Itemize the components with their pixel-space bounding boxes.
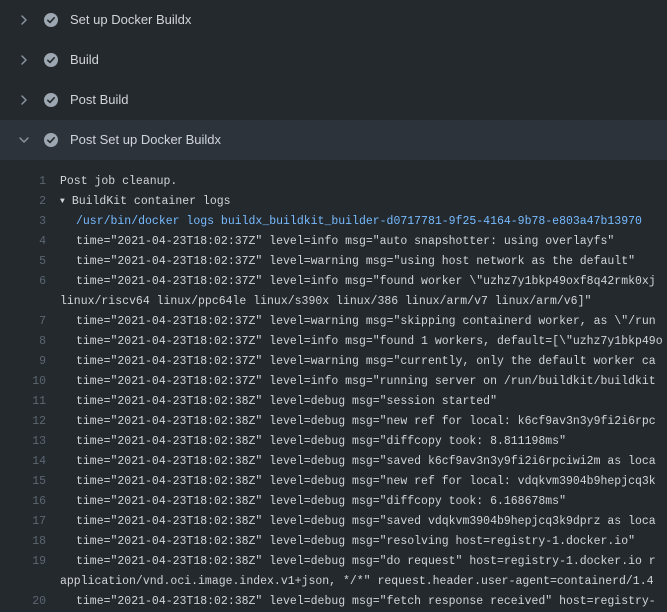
log-line: 5 time="2021-04-23T18:02:37Z" level=warni… (12, 252, 667, 272)
log-text: time="2021-04-23T18:02:38Z" level=debug … (60, 535, 635, 548)
log-text: time="2021-04-23T18:02:37Z" level=warnin… (60, 355, 656, 368)
steps-list: Set up Docker Buildx Build Post Build Po… (0, 0, 667, 160)
step-title: Post Build (70, 92, 129, 108)
line-number[interactable]: 13 (12, 432, 46, 452)
step-title: Set up Docker Buildx (70, 12, 191, 28)
log-line: 17 time="2021-04-23T18:02:38Z" level=debu… (12, 512, 667, 532)
line-number[interactable]: 7 (12, 312, 46, 332)
line-number[interactable]: 1 (12, 172, 46, 192)
log-text: time="2021-04-23T18:02:38Z" level=debug … (60, 595, 656, 608)
step-row-post-build[interactable]: Post Build (0, 80, 667, 120)
log-line: 13 time="2021-04-23T18:02:38Z" level=debu… (12, 432, 667, 452)
step-row-set-up-docker-buildx[interactable]: Set up Docker Buildx (0, 0, 667, 40)
log-line: 3/usr/bin/docker logs buildx_buildkit_bu… (12, 212, 667, 232)
line-number[interactable]: 8 (12, 332, 46, 352)
log-line: 8 time="2021-04-23T18:02:37Z" level=info … (12, 332, 667, 352)
line-number[interactable]: 5 (12, 252, 46, 272)
log-text: time="2021-04-23T18:02:38Z" level=debug … (60, 555, 656, 568)
log-line: 16 time="2021-04-23T18:02:38Z" level=debu… (12, 492, 667, 512)
log-command-text: /usr/bin/docker logs buildx_buildkit_bui… (60, 215, 642, 228)
log-text: time="2021-04-23T18:02:38Z" level=debug … (60, 515, 656, 528)
log-line: 9 time="2021-04-23T18:02:37Z" level=warni… (12, 352, 667, 372)
line-number[interactable]: 20 (12, 592, 46, 612)
log-line: 2▼BuildKit container logs (12, 192, 667, 212)
log-group-toggle-icon[interactable]: ▼ (60, 192, 65, 212)
chevron-right-icon[interactable] (16, 52, 32, 68)
line-number[interactable]: 16 (12, 492, 46, 512)
step-title: Build (70, 52, 99, 68)
chevron-right-icon[interactable] (16, 92, 32, 108)
log-text: time="2021-04-23T18:02:37Z" level=info m… (60, 235, 614, 248)
log-text: time="2021-04-23T18:02:38Z" level=debug … (60, 495, 566, 508)
log-text: time="2021-04-23T18:02:37Z" level=info m… (60, 335, 663, 348)
log-text: time="2021-04-23T18:02:38Z" level=debug … (60, 435, 566, 448)
log-line: 6 time="2021-04-23T18:02:37Z" level=info … (12, 272, 667, 292)
line-number[interactable]: 14 (12, 452, 46, 472)
log-text: time="2021-04-23T18:02:37Z" level=warnin… (60, 255, 635, 268)
check-circle-icon (43, 132, 59, 148)
line-number[interactable]: 2 (12, 192, 46, 212)
line-number[interactable]: 9 (12, 352, 46, 372)
line-number[interactable]: 10 (12, 372, 46, 392)
check-circle-icon (43, 52, 59, 68)
check-circle-icon (43, 12, 59, 28)
line-number[interactable]: 15 (12, 472, 46, 492)
step-row-post-set-up-docker-buildx[interactable]: Post Set up Docker Buildx (0, 120, 667, 160)
line-number[interactable]: 12 (12, 412, 46, 432)
log-line: 19 time="2021-04-23T18:02:38Z" level=debu… (12, 552, 667, 572)
log-text: ▼BuildKit container logs (60, 195, 231, 208)
check-circle-icon (43, 92, 59, 108)
log-line: 11 time="2021-04-23T18:02:38Z" level=debu… (12, 392, 667, 412)
log-line: 18 time="2021-04-23T18:02:38Z" level=debu… (12, 532, 667, 552)
log-line-continuation: application/vnd.oci.image.index.v1+json,… (12, 572, 667, 592)
log-text: time="2021-04-23T18:02:38Z" level=debug … (60, 395, 497, 408)
log-line: 14 time="2021-04-23T18:02:38Z" level=debu… (12, 452, 667, 472)
line-number[interactable]: 4 (12, 232, 46, 252)
log-group-label[interactable]: BuildKit container logs (72, 195, 231, 208)
log-text: time="2021-04-23T18:02:37Z" level=info m… (60, 275, 656, 288)
log-line: 15 time="2021-04-23T18:02:38Z" level=debu… (12, 472, 667, 492)
step-title: Post Set up Docker Buildx (70, 132, 221, 148)
line-number[interactable]: 11 (12, 392, 46, 412)
chevron-down-icon[interactable] (16, 132, 32, 148)
log-line: 12 time="2021-04-23T18:02:38Z" level=debu… (12, 412, 667, 432)
log-line: 4 time="2021-04-23T18:02:37Z" level=info … (12, 232, 667, 252)
log-text: application/vnd.oci.image.index.v1+json,… (60, 575, 654, 588)
line-number[interactable]: 17 (12, 512, 46, 532)
log-line: 7 time="2021-04-23T18:02:37Z" level=warni… (12, 312, 667, 332)
log-text: time="2021-04-23T18:02:37Z" level=info m… (60, 375, 656, 388)
log-line: 1 Post job cleanup. (12, 172, 667, 192)
line-number[interactable]: 6 (12, 272, 46, 292)
log-text: Post job cleanup. (60, 175, 177, 188)
log-text: time="2021-04-23T18:02:37Z" level=warnin… (60, 315, 656, 328)
step-row-build[interactable]: Build (0, 40, 667, 80)
log-output: 1Post job cleanup.2▼BuildKit container l… (0, 160, 667, 612)
chevron-right-icon[interactable] (16, 12, 32, 28)
log-text: linux/riscv64 linux/ppc64le linux/s390x … (60, 295, 591, 308)
log-line: 10 time="2021-04-23T18:02:37Z" level=info… (12, 372, 667, 392)
log-text: time="2021-04-23T18:02:38Z" level=debug … (60, 415, 656, 428)
line-number[interactable]: 19 (12, 552, 46, 572)
line-number[interactable]: 3 (12, 212, 46, 232)
log-line: 20 time="2021-04-23T18:02:38Z" level=debu… (12, 592, 667, 612)
log-text: time="2021-04-23T18:02:38Z" level=debug … (60, 455, 656, 468)
line-number[interactable]: 18 (12, 532, 46, 552)
log-line-continuation: linux/riscv64 linux/ppc64le linux/s390x … (12, 292, 667, 312)
log-text: time="2021-04-23T18:02:38Z" level=debug … (60, 475, 656, 488)
